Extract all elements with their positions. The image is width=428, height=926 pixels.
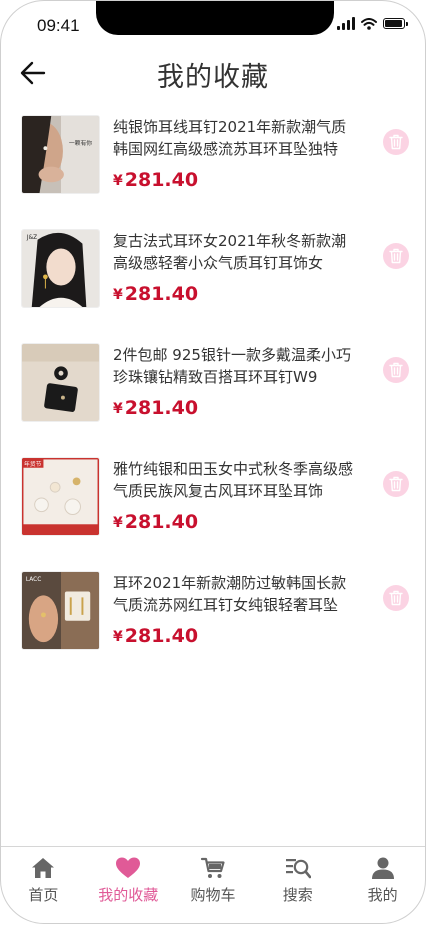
header: 我的收藏	[1, 51, 425, 95]
product-image[interactable]: 一颗有你	[21, 115, 100, 194]
thumb-badge: 年货节	[24, 460, 42, 468]
price-value: 281.40	[124, 397, 199, 419]
delete-button[interactable]	[383, 471, 409, 497]
tab-cart[interactable]: 购物车	[171, 847, 256, 923]
currency-symbol: ¥	[113, 173, 123, 189]
status-icons	[337, 17, 408, 30]
product-title[interactable]: 2件包邮 925银针一款多戴温柔小巧珍珠镶钻精致百搭耳环耳钉W9	[113, 344, 361, 388]
home-icon	[32, 858, 55, 878]
tab-label: 搜索	[282, 886, 313, 904]
currency-symbol: ¥	[113, 287, 123, 303]
tab-label: 我的收藏	[98, 886, 159, 904]
product-title[interactable]: 雅竹纯银和田玉女中式秋冬季高级感气质民族风复古风耳环耳坠耳饰	[113, 458, 361, 502]
battery-icon	[383, 18, 408, 29]
product-price: ¥281.40	[113, 511, 198, 533]
tab-search[interactable]: 搜索	[255, 847, 340, 923]
delete-button[interactable]	[383, 585, 409, 611]
favorite-item[interactable]: 一颗有你 纯银饰耳线耳钉2021年新款潮气质韩国网红高级感流苏耳环耳坠独特 ¥2…	[1, 101, 425, 215]
product-image[interactable]: LACC	[21, 571, 100, 650]
tab-label: 购物车	[190, 886, 236, 904]
product-image[interactable]: 年货节	[21, 457, 100, 536]
status-time: 09:41	[37, 16, 80, 35]
user-icon	[371, 857, 394, 879]
currency-symbol: ¥	[113, 515, 123, 531]
phone-frame: 09:41 我的收藏 一颗有你 纯银饰耳线耳钉2021年新款潮气质韩国网红高级感…	[0, 0, 426, 924]
trash-icon	[389, 362, 403, 378]
product-title[interactable]: 耳环2021年新款潮防过敏韩国长款气质流苏网红耳钉女纯银轻奢耳坠	[113, 572, 361, 616]
trash-icon	[389, 590, 403, 606]
tab-home[interactable]: 首页	[1, 847, 86, 923]
product-image[interactable]: J&Z	[21, 229, 100, 308]
tab-profile[interactable]: 我的	[340, 847, 425, 923]
tab-label: 首页	[28, 886, 59, 904]
currency-symbol: ¥	[113, 629, 123, 645]
product-price: ¥281.40	[113, 625, 198, 647]
product-title[interactable]: 纯银饰耳线耳钉2021年新款潮气质韩国网红高级感流苏耳环耳坠独特	[113, 116, 361, 160]
wifi-icon	[361, 17, 377, 30]
trash-icon	[389, 248, 403, 264]
trash-icon	[389, 476, 403, 492]
price-value: 281.40	[124, 169, 199, 191]
tab-label: 我的	[367, 886, 398, 904]
favorite-item[interactable]: 年货节 雅竹纯银和田玉女中式秋冬季高级感气质民族风复古风耳环耳坠耳饰 ¥281.…	[1, 443, 425, 557]
thumb-watermark: 一颗有你	[69, 139, 92, 147]
favorites-list: 一颗有你 纯银饰耳线耳钉2021年新款潮气质韩国网红高级感流苏耳环耳坠独特 ¥2…	[1, 101, 425, 671]
trash-icon	[389, 134, 403, 150]
signal-icon	[337, 17, 355, 30]
favorite-item[interactable]: 2件包邮 925银针一款多戴温柔小巧珍珠镶钻精致百搭耳环耳钉W9 ¥281.40	[1, 329, 425, 443]
delete-button[interactable]	[383, 243, 409, 269]
search-icon	[285, 859, 311, 879]
delete-button[interactable]	[383, 129, 409, 155]
page-title: 我的收藏	[157, 62, 269, 93]
thumb-watermark: LACC	[26, 577, 41, 583]
heart-icon	[116, 857, 141, 878]
product-price: ¥281.40	[113, 283, 198, 305]
product-price: ¥281.40	[113, 397, 198, 419]
delete-button[interactable]	[383, 357, 409, 383]
product-title[interactable]: 复古法式耳环女2021年秋冬新款潮高级感轻奢小众气质耳钉耳饰女	[113, 230, 361, 274]
product-image[interactable]	[21, 343, 100, 422]
favorite-item[interactable]: LACC 耳环2021年新款潮防过敏韩国长款气质流苏网红耳钉女纯银轻奢耳坠 ¥2…	[1, 557, 425, 671]
thumb-watermark: J&Z	[26, 235, 37, 241]
product-price: ¥281.40	[113, 169, 198, 191]
favorite-item[interactable]: J&Z 复古法式耳环女2021年秋冬新款潮高级感轻奢小众气质耳钉耳饰女 ¥281…	[1, 215, 425, 329]
cart-icon	[200, 857, 225, 878]
price-value: 281.40	[124, 511, 199, 533]
currency-symbol: ¥	[113, 401, 123, 417]
tab-bar: 首页 我的收藏 购物车 搜索 我的	[1, 846, 425, 923]
tab-favorites[interactable]: 我的收藏	[86, 847, 171, 923]
status-bar: 09:41	[1, 1, 425, 45]
price-value: 281.40	[124, 625, 199, 647]
price-value: 281.40	[124, 283, 199, 305]
notch	[96, 1, 334, 35]
